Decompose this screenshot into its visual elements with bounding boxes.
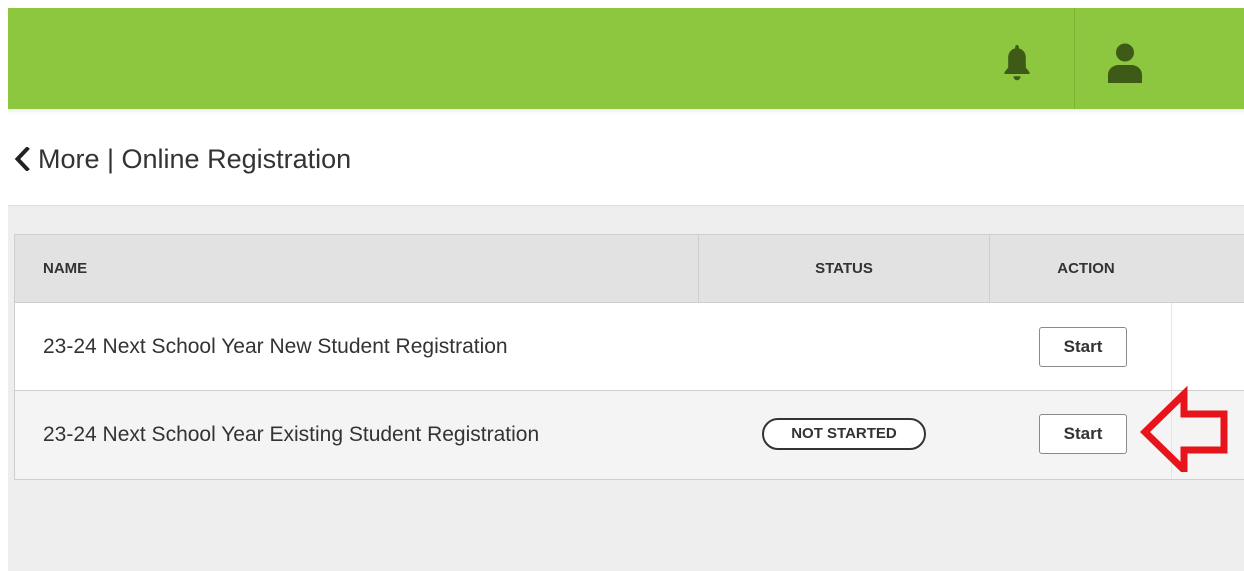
- user-icon[interactable]: [1105, 42, 1145, 84]
- table-row: 23-24 Next School Year Existing Student …: [15, 391, 1244, 480]
- page-header: More | Online Registration: [8, 109, 1244, 206]
- status-badge: NOT STARTED: [762, 418, 926, 450]
- arrow-left-icon: [1140, 386, 1228, 472]
- registration-name: 23-24 Next School Year Existing Student …: [43, 423, 540, 446]
- column-header-name[interactable]: NAME: [15, 235, 699, 302]
- app-frame: More | Online Registration NAME STATUS A…: [8, 0, 1244, 571]
- table-header: NAME STATUS ACTION: [15, 235, 1244, 303]
- table-row: 23-24 Next School Year New Student Regis…: [15, 303, 1244, 391]
- chevron-left-icon[interactable]: [12, 147, 32, 171]
- start-button[interactable]: Start: [1039, 327, 1127, 367]
- registration-name: 23-24 Next School Year New Student Regis…: [43, 335, 508, 358]
- start-button[interactable]: Start: [1039, 414, 1127, 454]
- bell-icon[interactable]: [1002, 43, 1032, 83]
- top-navigation-bar: [8, 8, 1244, 109]
- back-link[interactable]: More | Online Registration: [12, 143, 351, 175]
- column-header-action: ACTION: [1057, 260, 1115, 277]
- content-area: NAME STATUS ACTION 23-24 Next School Yea…: [8, 206, 1244, 571]
- page-title: More | Online Registration: [38, 144, 352, 174]
- topbar-divider: [1074, 8, 1075, 109]
- registration-table: NAME STATUS ACTION 23-24 Next School Yea…: [14, 234, 1244, 480]
- column-header-status[interactable]: STATUS: [699, 235, 990, 302]
- cell-divider: [1171, 303, 1172, 390]
